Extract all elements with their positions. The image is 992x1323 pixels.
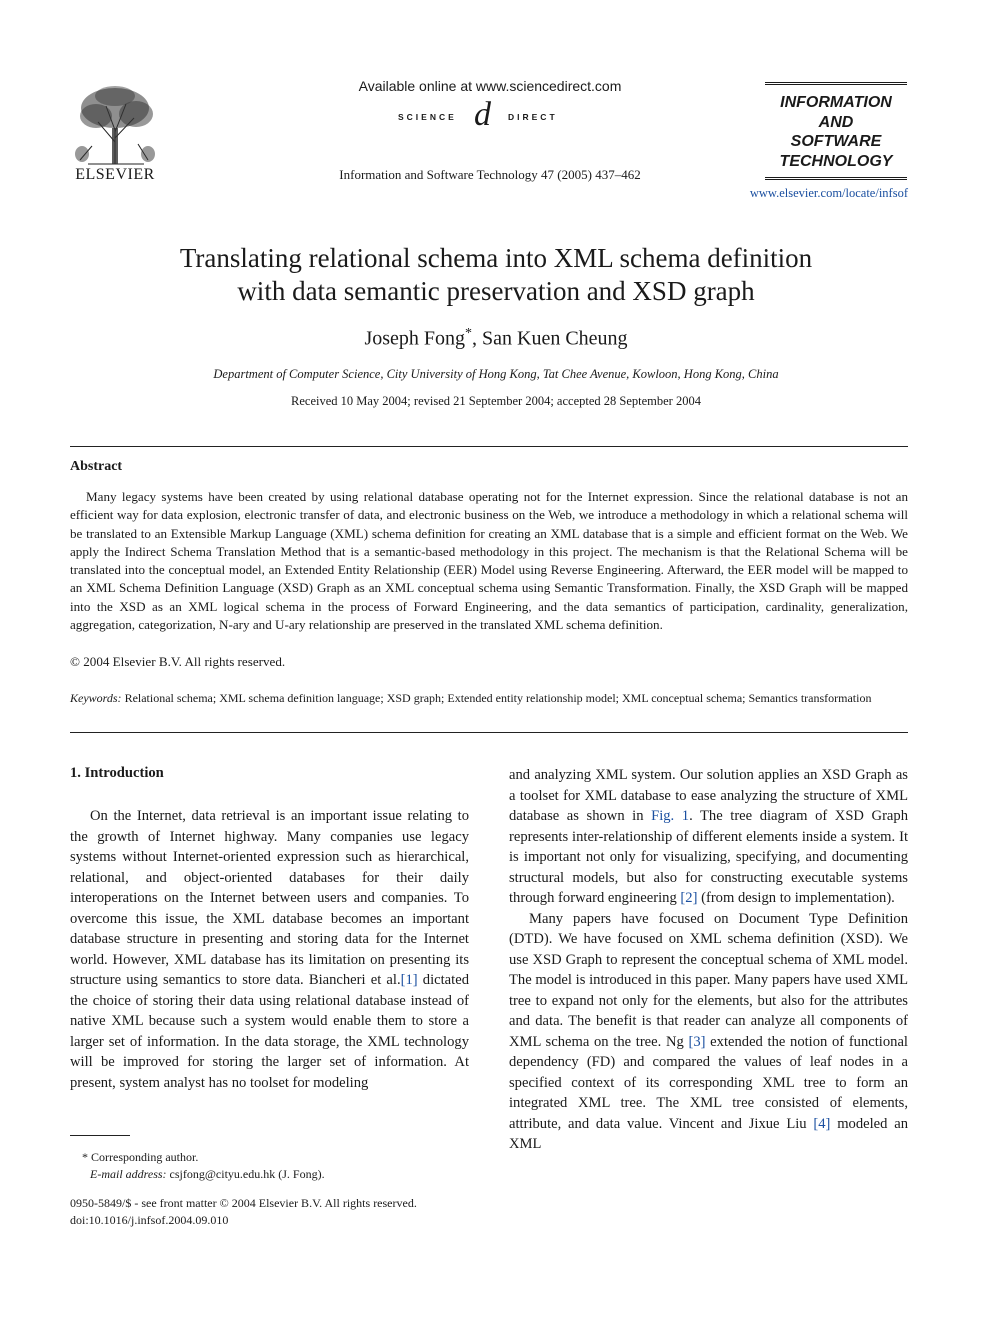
intro-paragraph-1-cont: and analyzing XML system. Our solution a… — [509, 765, 908, 909]
footnote-corresponding: * Corresponding author. — [70, 1149, 325, 1166]
author-list: Joseph Fong*, San Kuen Cheung — [96, 326, 896, 351]
left-column: On the Internet, data retrieval is an im… — [70, 806, 469, 1093]
text-run: On the Internet, data retrieval is an im… — [70, 808, 469, 988]
corresponding-author-mark[interactable]: * — [465, 326, 472, 341]
journal-logo-line: INFORMATION — [780, 94, 892, 111]
title-line-1: Translating relational schema into XML s… — [179, 243, 813, 273]
footnote-text: Corresponding author. — [91, 1150, 199, 1164]
title-line-2: with data semantic preservation and XSD … — [237, 276, 755, 306]
text-run: (from design to implementation). — [697, 890, 895, 906]
article-title: Translating relational schema into XML s… — [96, 242, 896, 308]
footnote: * Corresponding author. E-mail address: … — [70, 1149, 325, 1182]
publisher-name: ELSEVIER — [75, 166, 155, 183]
sciencedirect-d-icon: d — [474, 96, 491, 133]
affiliation: Department of Computer Science, City Uni… — [213, 367, 779, 381]
author-separator: , — [472, 327, 483, 350]
journal-logo-line: TECHNOLOGY — [779, 152, 893, 170]
issn-line: 0950-5849/$ - see front matter © 2004 El… — [70, 1196, 417, 1210]
journal-logo-line: SOFTWARE — [790, 133, 882, 150]
reference-link-3[interactable]: [3] — [688, 1034, 705, 1050]
journal-url-link[interactable]: www.elsevier.com/locate/infsof — [720, 186, 908, 201]
intro-paragraph-1: On the Internet, data retrieval is an im… — [70, 806, 469, 1093]
sciencedirect-logo-left: SCIENCE — [398, 112, 457, 122]
journal-reference: Information and Software Technology 47 (… — [339, 167, 641, 182]
keywords: Keywords: Relational schema; XML schema … — [70, 690, 908, 707]
intro-paragraph-2: Many papers have focused on Document Typ… — [509, 909, 908, 1155]
footnote-divider — [70, 1135, 130, 1136]
journal-logo-line: AND — [818, 113, 854, 131]
email-address[interactable]: csjfong@cityu.edu.hk (J. Fong). — [170, 1167, 325, 1181]
journal-logo: INFORMATION AND SOFTWARE TECHNOLOGY — [765, 82, 907, 180]
email-label: E-mail address: — [90, 1166, 167, 1181]
text-run: Many papers have focused on Document Typ… — [509, 910, 908, 1050]
doi[interactable]: doi:10.1016/j.infsof.2004.09.010 — [70, 1212, 417, 1229]
keywords-label: Keywords: — [70, 691, 122, 705]
text-run: dictated the choice of storing their dat… — [70, 972, 469, 1091]
author-1: Joseph Fong — [364, 327, 466, 350]
author-2: San Kuen Cheung — [482, 327, 628, 350]
divider-bottom — [70, 732, 908, 733]
abstract-copyright: © 2004 Elsevier B.V. All rights reserved… — [70, 654, 286, 669]
figure-link-1[interactable]: Fig. 1 — [651, 808, 689, 824]
reference-link-4[interactable]: [4] — [813, 1116, 830, 1132]
divider-top — [70, 446, 908, 447]
abstract-heading: Abstract — [70, 459, 123, 474]
reference-link-1[interactable]: [1] — [401, 972, 418, 988]
footnote-mark: * — [82, 1150, 88, 1164]
reference-link-2[interactable]: [2] — [680, 890, 697, 906]
keywords-list: Relational schema; XML schema definition… — [124, 691, 872, 705]
available-online-text[interactable]: Available online at www.sciencedirect.co… — [330, 78, 650, 94]
footnote-email: E-mail address: csjfong@cityu.edu.hk (J.… — [70, 1166, 325, 1183]
article-dates: Received 10 May 2004; revised 21 Septemb… — [291, 394, 701, 408]
front-matter: 0950-5849/$ - see front matter © 2004 El… — [70, 1195, 417, 1228]
sciencedirect-logo-right: DIRECT — [508, 112, 558, 122]
sciencedirect-logo: SCIENCE d DIRECT — [398, 96, 588, 140]
right-column: and analyzing XML system. Our solution a… — [509, 765, 908, 1155]
section-heading-introduction: 1. Introduction — [70, 765, 164, 781]
abstract-body: Many legacy systems have been created by… — [70, 488, 908, 634]
abstract-text: Many legacy systems have been created by… — [70, 489, 908, 633]
